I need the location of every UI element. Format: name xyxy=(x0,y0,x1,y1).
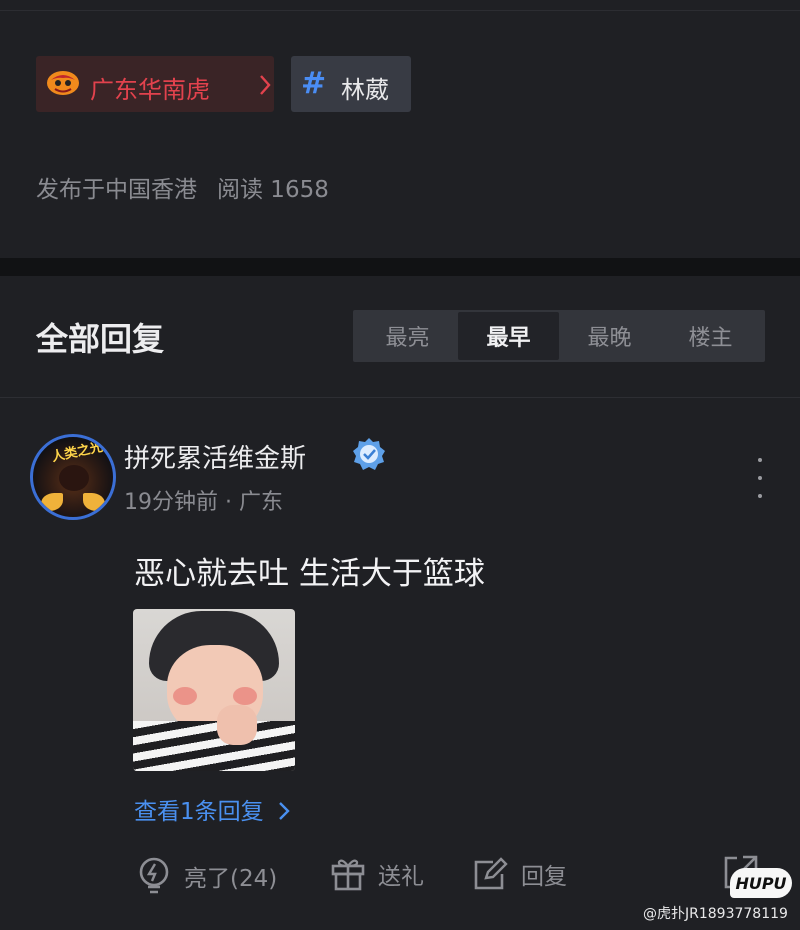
reply-button[interactable]: 回复 xyxy=(471,856,567,892)
gift-icon xyxy=(331,859,365,891)
read-count: 阅读 1658 xyxy=(217,177,329,203)
header-divider xyxy=(0,397,800,398)
avatar[interactable]: 人类之光 xyxy=(30,434,116,520)
topic-tag[interactable]: # 林葳 xyxy=(291,56,411,112)
avatar-face xyxy=(59,465,89,491)
edit-reply-icon xyxy=(474,857,508,890)
reply-label: 回复 xyxy=(521,864,567,890)
sort-tab-earliest[interactable]: 最早 xyxy=(458,312,559,360)
comment-region: 广东 xyxy=(238,490,283,515)
sort-tabs: 最亮 最早 最晚 楼主 xyxy=(353,310,765,362)
section-separator xyxy=(0,258,800,276)
comment-image[interactable] xyxy=(133,609,295,771)
view-replies-label: 查看1条回复 xyxy=(134,799,264,825)
tiger-logo-icon xyxy=(47,71,79,95)
chevron-right-icon xyxy=(260,75,271,95)
comment-meta: 19分钟前 · 广东 xyxy=(124,484,283,516)
sort-tab-brightest[interactable]: 最亮 xyxy=(357,312,458,360)
user-badge-icon xyxy=(353,438,385,470)
sort-tab-op-only[interactable]: 楼主 xyxy=(660,312,761,360)
top-divider xyxy=(0,10,800,11)
publish-location: 发布于中国香港 xyxy=(36,177,197,203)
more-options-icon[interactable] xyxy=(752,458,768,498)
meta-separator: · xyxy=(218,490,239,515)
hashtag-icon: # xyxy=(301,66,327,101)
chevron-right-icon xyxy=(279,802,290,820)
avatar-wing-right xyxy=(83,493,105,511)
sort-tab-latest[interactable]: 最晚 xyxy=(559,312,660,360)
team-tag-label: 广东华南虎 xyxy=(90,76,210,104)
topic-tag-label: 林葳 xyxy=(341,76,389,104)
like-button[interactable]: 亮了(24) xyxy=(136,856,277,896)
team-tag[interactable]: 广东华南虎 xyxy=(36,56,274,112)
like-count-label: 亮了(24) xyxy=(184,866,278,892)
lightbulb-icon xyxy=(139,857,169,894)
username[interactable]: 拼死累活维金斯 xyxy=(124,438,306,475)
view-replies-link[interactable]: 查看1条回复 xyxy=(134,792,291,826)
gift-label: 送礼 xyxy=(378,864,424,890)
comment-time: 19分钟前 xyxy=(124,490,218,515)
all-replies-title: 全部回复 xyxy=(36,320,165,358)
hupu-logo: HUPU xyxy=(730,868,792,898)
gift-button[interactable]: 送礼 xyxy=(330,856,424,892)
post-meta: 发布于中国香港 阅读 1658 xyxy=(36,170,329,204)
comment-text: 恶心就去吐 生活大于篮球 xyxy=(134,556,485,592)
watermark-credit: @虎扑JR1893778119 xyxy=(643,906,788,922)
action-bar: 亮了(24) 送礼 回复 xyxy=(0,848,800,904)
avatar-frame-text: 人类之光 xyxy=(50,439,105,466)
avatar-wing-left xyxy=(41,493,63,511)
